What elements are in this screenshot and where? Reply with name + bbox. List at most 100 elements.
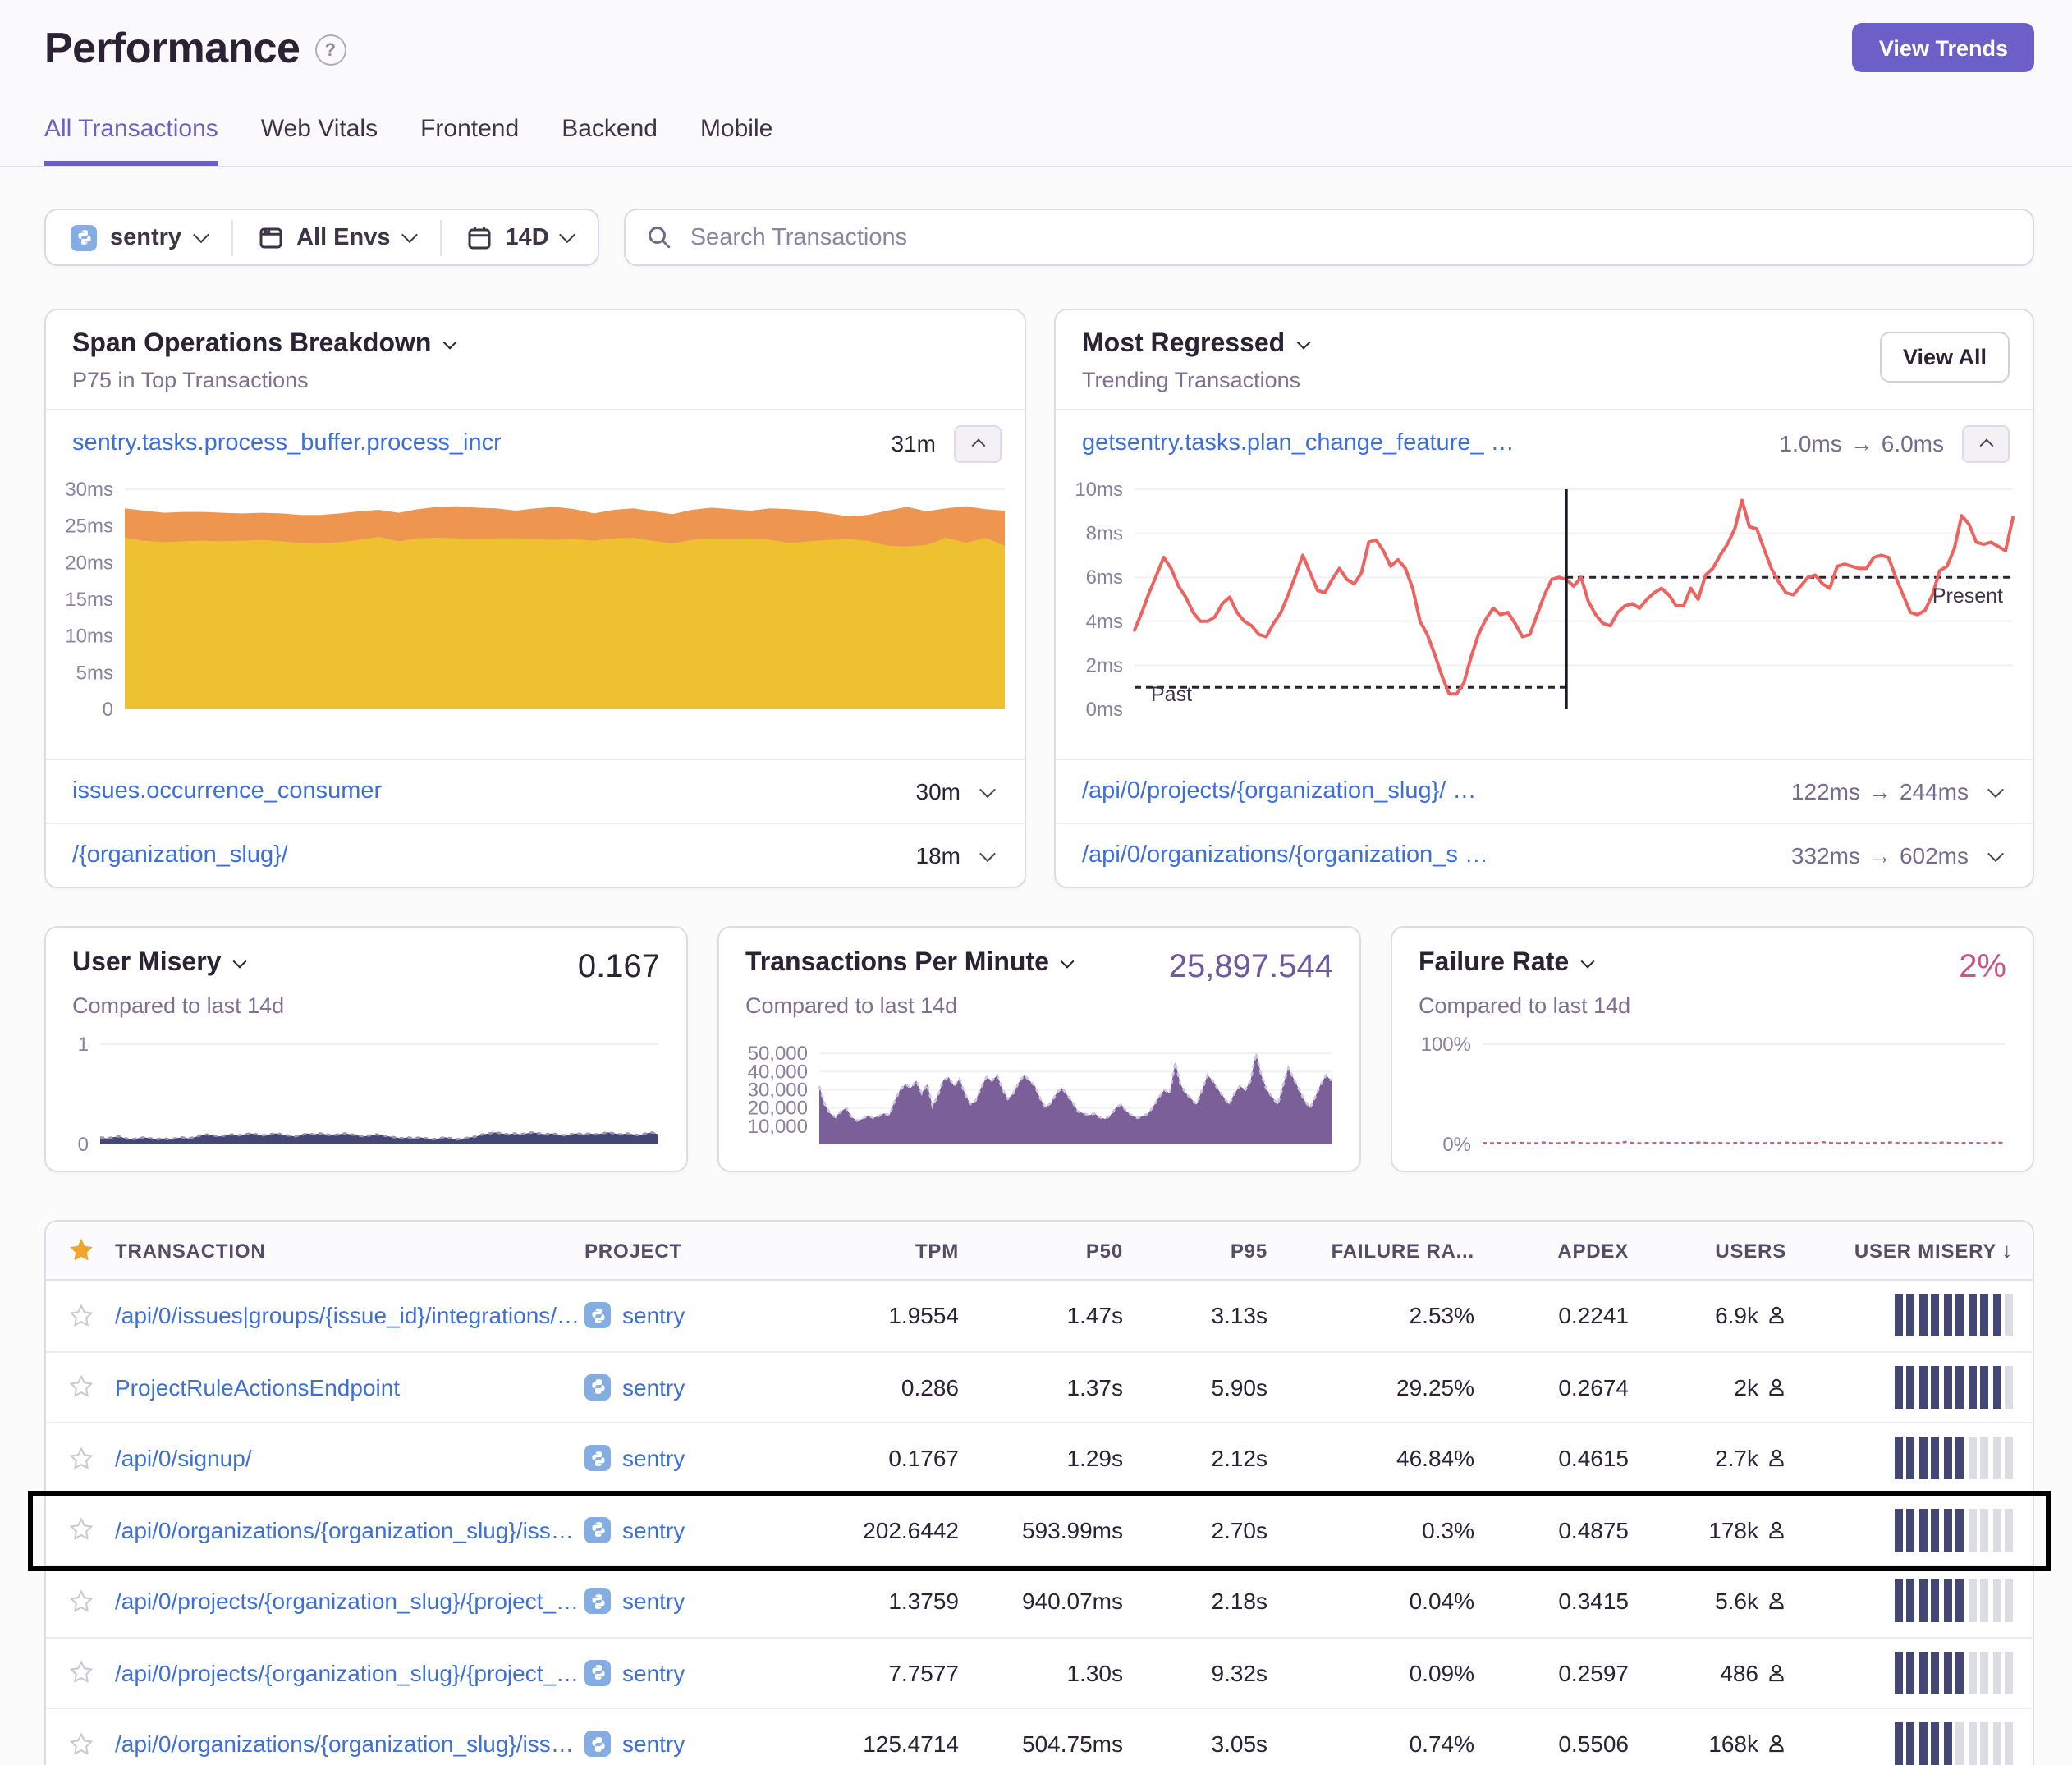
expand-chevron-icon[interactable] <box>979 781 996 797</box>
arrow-right-icon: → <box>1860 778 1900 805</box>
transaction-link[interactable]: /api/0/projects/{organization_slug}/{pro… <box>115 1660 584 1686</box>
page-header: Performance ? View Trends All Transactio… <box>0 0 2072 167</box>
project-cell[interactable]: sentry <box>584 1731 795 1758</box>
favorite-star-icon[interactable] <box>46 1732 115 1757</box>
failure-rate-value: 0.74% <box>1267 1731 1474 1758</box>
failure-rate-value: 29.25% <box>1267 1374 1474 1401</box>
date-range-filter[interactable]: 14D <box>442 210 598 264</box>
tab-mobile[interactable]: Mobile <box>700 115 772 166</box>
failure-rate-value: 0.09% <box>1267 1660 1474 1686</box>
transaction-link[interactable]: /api/0/issues|groups/{issue_id}/integrat… <box>115 1303 584 1329</box>
project-link[interactable]: sentry <box>622 1588 685 1615</box>
help-icon[interactable]: ? <box>314 34 346 66</box>
col-header-apdex[interactable]: APDEX <box>1474 1239 1629 1262</box>
expand-chevron-icon[interactable] <box>1987 845 2004 861</box>
svg-text:8ms: 8ms <box>1086 523 1123 545</box>
project-cell[interactable]: sentry <box>584 1446 795 1472</box>
span-operations-chart: 30ms25ms20ms15ms10ms5ms0 <box>46 476 1025 759</box>
regressed-link[interactable]: /api/0/organizations/{organization_s … <box>1082 842 1488 869</box>
favorite-star-icon[interactable] <box>46 1518 115 1543</box>
project-cell[interactable]: sentry <box>584 1303 795 1329</box>
col-header-transaction[interactable]: TRANSACTION <box>115 1239 584 1262</box>
tpm-value: 125.4714 <box>795 1731 959 1758</box>
search-input[interactable] <box>687 222 2011 252</box>
span-op-link[interactable]: issues.occurrence_consumer <box>72 778 382 805</box>
p95-value: 3.13s <box>1123 1303 1267 1329</box>
user-icon <box>1767 1735 1786 1754</box>
project-cell[interactable]: sentry <box>584 1517 795 1543</box>
col-header-p50[interactable]: P50 <box>959 1239 1123 1262</box>
col-header-project[interactable]: PROJECT <box>584 1239 795 1262</box>
favorite-star-icon[interactable] <box>46 1661 115 1685</box>
col-header-tpm[interactable]: TPM <box>795 1239 959 1262</box>
environment-filter[interactable]: All Envs <box>232 210 439 264</box>
col-header-user-misery[interactable]: USER MISERY↓ <box>1786 1238 2033 1263</box>
users-value: 5.6k <box>1629 1588 1786 1615</box>
collapse-button[interactable] <box>954 424 1002 462</box>
tpm-title[interactable]: Transactions Per Minute <box>745 949 1072 979</box>
apdex-value: 0.2241 <box>1474 1303 1629 1329</box>
tab-frontend[interactable]: Frontend <box>420 115 519 166</box>
col-header-failure-rate[interactable]: FAILURE RA... <box>1267 1239 1474 1262</box>
svg-text:100%: 100% <box>1421 1036 1471 1056</box>
failure-rate-value: 0.3% <box>1267 1517 1474 1543</box>
most-regressed-title[interactable]: Most Regressed <box>1082 330 2010 360</box>
project-link[interactable]: sentry <box>622 1517 685 1543</box>
apdex-value: 0.3415 <box>1474 1588 1629 1615</box>
span-op-link[interactable]: /{organization_slug}/ <box>72 842 288 869</box>
regressed-link[interactable]: getsentry.tasks.plan_change_feature_ … <box>1082 430 1515 456</box>
tab-backend[interactable]: Backend <box>562 115 658 166</box>
span-operations-title[interactable]: Span Operations Breakdown <box>72 330 1002 360</box>
transaction-link[interactable]: ProjectRuleActionsEndpoint <box>115 1374 584 1401</box>
users-value: 2.7k <box>1629 1446 1786 1472</box>
project-link[interactable]: sentry <box>622 1374 685 1401</box>
most-regressed-chart: PastPresent10ms8ms6ms4ms2ms0ms <box>1056 476 2033 759</box>
project-cell[interactable]: sentry <box>584 1374 795 1401</box>
col-header-users[interactable]: USERS <box>1629 1239 1786 1262</box>
favorite-star-icon[interactable] <box>46 1375 115 1400</box>
user-misery-bars <box>1786 1295 2033 1337</box>
user-misery-title[interactable]: User Misery <box>72 949 244 979</box>
transaction-link[interactable]: /api/0/projects/{organization_slug}/{pro… <box>115 1588 584 1615</box>
project-cell[interactable]: sentry <box>584 1660 795 1686</box>
table-row: /api/0/issues|groups/{issue_id}/integrat… <box>46 1281 2033 1350</box>
view-trends-button[interactable]: View Trends <box>1853 23 2034 72</box>
users-value: 486 <box>1629 1660 1786 1686</box>
failure-rate-value: 2.53% <box>1267 1303 1474 1329</box>
expand-chevron-icon[interactable] <box>979 845 996 861</box>
user-icon <box>1767 1378 1786 1397</box>
user-icon <box>1767 1663 1786 1683</box>
span-op-duration: 31m <box>892 430 936 456</box>
project-cell[interactable]: sentry <box>584 1588 795 1615</box>
project-link[interactable]: sentry <box>622 1731 685 1758</box>
transaction-link[interactable]: /api/0/organizations/{organization_slug}… <box>115 1731 584 1758</box>
tab-all-transactions[interactable]: All Transactions <box>44 115 218 166</box>
regressed-link[interactable]: /api/0/projects/{organization_slug}/ … <box>1082 778 1476 805</box>
favorite-star-icon[interactable] <box>46 1446 115 1471</box>
project-link[interactable]: sentry <box>622 1303 685 1329</box>
python-project-icon <box>584 1303 611 1329</box>
regressed-row: getsentry.tasks.plan_change_feature_ … 1… <box>1056 409 2033 476</box>
project-filter[interactable]: sentry <box>46 210 231 264</box>
apdex-value: 0.2597 <box>1474 1660 1629 1686</box>
environment-filter-label: All Envs <box>296 224 390 250</box>
chevron-down-icon <box>1580 955 1594 969</box>
table-row: /api/0/projects/{organization_slug}/{pro… <box>46 1565 2033 1636</box>
environments-icon <box>257 224 283 250</box>
project-link[interactable]: sentry <box>622 1446 685 1472</box>
view-all-button[interactable]: View All <box>1880 332 2010 383</box>
p95-value: 2.70s <box>1123 1517 1267 1543</box>
failure-rate-title[interactable]: Failure Rate <box>1419 949 1592 979</box>
transaction-link[interactable]: /api/0/signup/ <box>115 1446 584 1472</box>
svg-text:0ms: 0ms <box>1086 699 1123 721</box>
favorite-star-icon[interactable] <box>46 1304 115 1328</box>
favorite-star-icon[interactable] <box>46 1589 115 1614</box>
collapse-button[interactable] <box>1962 424 2010 462</box>
transaction-link[interactable]: /api/0/organizations/{organization_slug}… <box>115 1517 584 1543</box>
tab-web-vitals[interactable]: Web Vitals <box>261 115 378 166</box>
expand-chevron-icon[interactable] <box>1987 781 2004 797</box>
apdex-value: 0.2674 <box>1474 1374 1629 1401</box>
span-op-link[interactable]: sentry.tasks.process_buffer.process_incr <box>72 430 502 456</box>
col-header-p95[interactable]: P95 <box>1123 1239 1267 1262</box>
project-link[interactable]: sentry <box>622 1660 685 1686</box>
